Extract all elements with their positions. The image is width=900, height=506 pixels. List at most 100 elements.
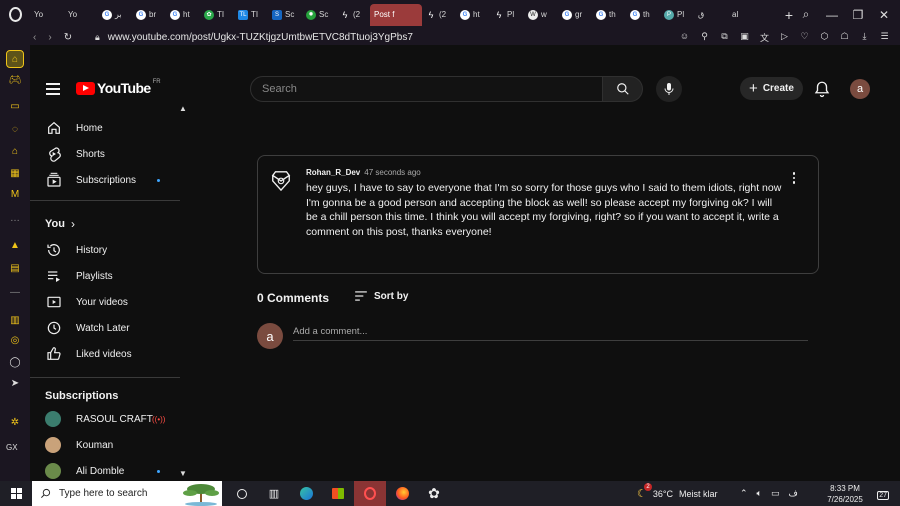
input-language[interactable]: ف xyxy=(788,488,797,499)
lock-icon[interactable]: 🔒︎ xyxy=(95,32,100,43)
browser-tab[interactable]: Ght xyxy=(166,4,200,26)
back-icon[interactable]: ‹ xyxy=(33,32,36,43)
guide-item-liked-videos[interactable]: Liked videos xyxy=(30,341,180,367)
m-icon[interactable]: M xyxy=(8,187,22,201)
messenger-icon[interactable]: ▥ xyxy=(8,313,22,327)
guide-item-your-videos[interactable]: Your videos xyxy=(30,289,180,315)
dots-icon[interactable]: … xyxy=(8,211,22,225)
browser-tab[interactable]: ϟ (2 xyxy=(336,4,370,26)
create-button[interactable]: + Create xyxy=(740,77,803,100)
post-timestamp[interactable]: 47 seconds ago xyxy=(364,168,421,177)
dots-icon[interactable]: — xyxy=(8,285,22,299)
download-icon[interactable]: ⤓ xyxy=(859,31,870,44)
fan-icon[interactable]: ✲ xyxy=(8,415,22,429)
chat-icon[interactable]: ▤ xyxy=(8,261,22,275)
speaker-icon[interactable]: 🔈︎ xyxy=(757,488,762,499)
post-more-actions-button[interactable] xyxy=(790,172,798,186)
guide-item-playlists[interactable]: Playlists xyxy=(30,263,180,289)
guide-item-shorts[interactable]: Shorts xyxy=(30,141,180,167)
telegram-icon[interactable]: ➤ xyxy=(8,376,22,390)
guide-scroll-down-icon[interactable]: ▼ xyxy=(179,469,187,478)
firefox-icon[interactable] xyxy=(386,481,418,506)
guide-menu-icon[interactable] xyxy=(46,83,60,98)
guide-item-subscription[interactable]: RASOUL CRAFT ((•)) xyxy=(30,406,180,432)
gamepad-icon[interactable]: ▭ xyxy=(8,99,22,113)
guide-heading-you[interactable]: You › xyxy=(45,217,75,231)
reload-icon[interactable]: ↻ xyxy=(64,32,72,43)
widgets-icon[interactable]: ▥ xyxy=(258,481,290,506)
share-icon[interactable]: ▷ xyxy=(779,31,790,44)
guide-item-subscriptions[interactable]: Subscriptions xyxy=(30,167,180,193)
aria-icon[interactable]: ▲ xyxy=(8,238,22,252)
messenger-icon[interactable]: ◎ xyxy=(8,333,22,347)
chatgpt-icon[interactable]: ✿ xyxy=(418,481,450,506)
browser-tab[interactable]: S Sc xyxy=(268,4,302,26)
guide-item-watch-later[interactable]: Watch Later xyxy=(30,315,180,341)
url-text[interactable]: www.youtube.com/post/Ugkx-TUZKtjgzUmtbwE… xyxy=(108,32,679,43)
whatsapp-icon[interactable]: ◯ xyxy=(8,355,22,369)
author-avatar-icon[interactable] xyxy=(270,168,292,192)
screenshot-icon[interactable]: ▣ xyxy=(739,31,750,44)
heart-icon[interactable]: ♡ xyxy=(799,31,810,44)
search-button[interactable] xyxy=(603,76,643,102)
forward-icon[interactable]: › xyxy=(48,32,51,43)
camera-icon[interactable]: ⌂ xyxy=(8,144,22,158)
guide-item-home[interactable]: Home xyxy=(30,115,180,141)
browser-tab[interactable]: Ght xyxy=(456,4,490,26)
notification-center-icon[interactable]: 27 xyxy=(873,487,889,500)
search-tabs-icon[interactable]: ⌕ xyxy=(798,7,814,22)
task-view-icon[interactable] xyxy=(226,481,258,506)
edge-browser-icon[interactable] xyxy=(290,481,322,506)
browser-tab[interactable]: Ww xyxy=(524,4,558,26)
browser-tab[interactable]: ▶Yo xyxy=(30,4,64,55)
pin-icon[interactable]: ⚲ xyxy=(699,31,710,44)
youtube-logo[interactable]: YouTube FR xyxy=(76,79,161,96)
browser-tab[interactable]: Gbr xyxy=(132,4,166,26)
browser-tab[interactable]: Gth xyxy=(592,4,626,26)
sort-by-button[interactable]: Sort by xyxy=(354,290,408,302)
guide-item-subscription[interactable]: Kouman xyxy=(30,432,180,458)
browser-tab[interactable]: Ggr xyxy=(558,4,592,26)
browser-tab[interactable]: ✿ TI xyxy=(200,4,234,26)
translate-icon[interactable]: 文 xyxy=(759,31,770,44)
notifications-bell-icon[interactable] xyxy=(813,80,831,98)
browser-tab[interactable]: P Pl xyxy=(660,4,694,26)
gx-icon[interactable]: GX xyxy=(6,443,18,452)
store-icon[interactable]: ▦ xyxy=(8,166,22,180)
guide-scroll-up-icon[interactable]: ▲ xyxy=(179,104,187,113)
browser-tab[interactable]: ▶al xyxy=(30,4,762,55)
restore-button[interactable]: ❐ xyxy=(850,8,866,22)
browser-tab[interactable]: ϟ (2 xyxy=(422,4,456,26)
chevron-up-icon[interactable]: ⌃ xyxy=(740,488,748,499)
search-input[interactable] xyxy=(250,76,603,102)
wallet-icon[interactable]: ☖ xyxy=(839,31,850,44)
opera-logo-icon[interactable] xyxy=(0,0,30,29)
close-window-button[interactable]: ✕ xyxy=(876,8,892,22)
guide-item-subscription[interactable]: Ali Domble xyxy=(30,458,180,481)
browser-tab[interactable]: ϟ Pl xyxy=(490,4,524,26)
extensions-icon[interactable]: ⬡ xyxy=(819,31,830,44)
microsoft-store-icon[interactable] xyxy=(322,481,354,506)
start-button[interactable] xyxy=(0,481,32,506)
add-comment-input[interactable] xyxy=(293,323,808,341)
browser-tab[interactable]: TL TI xyxy=(234,4,268,26)
taskbar-clock[interactable]: 8:33 PM 7/26/2025 xyxy=(826,483,864,505)
browser-tab[interactable]: ▶Yo xyxy=(30,4,98,55)
browser-tab[interactable]: ▶ق xyxy=(30,4,728,55)
guide-item-history[interactable]: History xyxy=(30,237,180,263)
taskbar-search-box[interactable]: Type here to search xyxy=(32,481,222,506)
snapshot-icon[interactable]: ⧉ xyxy=(719,31,730,44)
home-icon[interactable]: ⌂ xyxy=(6,50,24,68)
voice-search-button[interactable] xyxy=(656,76,682,102)
new-tab-button[interactable]: + xyxy=(780,7,798,23)
account-avatar[interactable]: a xyxy=(850,79,870,99)
browser-tab[interactable]: ▶Post f xyxy=(30,3,422,55)
emoji-icon[interactable]: ☺ xyxy=(679,31,690,44)
menu-icon[interactable]: ☰ xyxy=(879,31,890,44)
network-icon[interactable]: ▭ xyxy=(771,488,780,499)
refresh-icon[interactable]: ◌ xyxy=(8,122,22,136)
browser-tab[interactable]: Gth xyxy=(626,4,660,26)
browser-tab[interactable]: ✹ Sc xyxy=(302,4,336,26)
gamepad-icon[interactable]: 🎮︎ xyxy=(8,73,22,87)
post-author-name[interactable]: Rohan_R_Dev xyxy=(306,168,360,177)
